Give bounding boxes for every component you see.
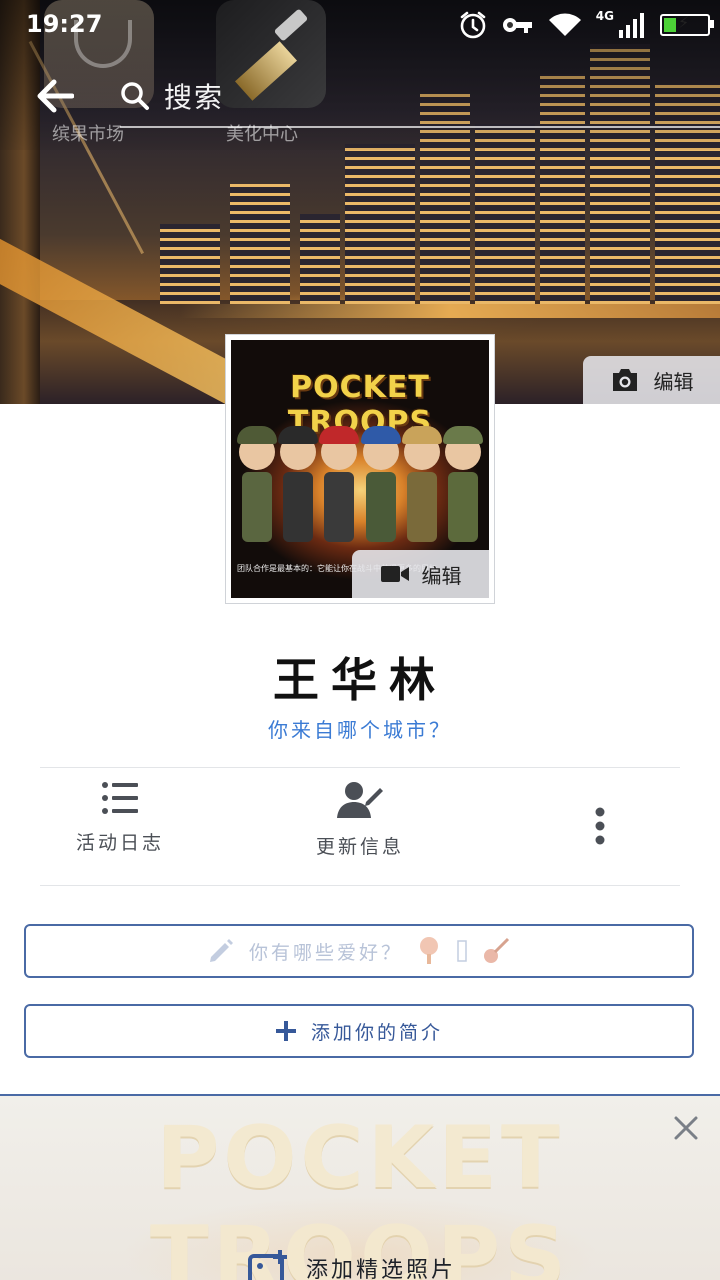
- update-info-label: 更新信息: [315, 836, 404, 858]
- close-icon: [674, 1116, 698, 1140]
- battery-level-fill: [664, 18, 676, 32]
- add-hobbies-button[interactable]: 你有哪些爱好？: [24, 924, 694, 978]
- list-icon: [102, 782, 138, 814]
- vpn-key-icon: [502, 14, 534, 36]
- close-featured-button[interactable]: [672, 1114, 700, 1142]
- plus-icon: [275, 1021, 296, 1041]
- search-icon: [121, 82, 149, 110]
- divider-top: [40, 767, 680, 768]
- search-underline: [120, 126, 720, 128]
- charging-bolt-icon: ⚡: [678, 13, 690, 32]
- back-arrow-icon: [37, 79, 75, 113]
- pencil-icon: [209, 939, 233, 962]
- ping-pong-icon: [420, 937, 438, 964]
- add-bio-button[interactable]: 添加你的简介: [24, 1004, 694, 1058]
- alarm-icon: [458, 10, 488, 40]
- back-button[interactable]: [34, 78, 78, 118]
- profile-name: 王华林: [273, 653, 447, 707]
- edit-profile-picture-button[interactable]: 编辑: [352, 550, 489, 598]
- network-type-label: 4G: [595, 9, 614, 23]
- status-time: 19:27: [26, 10, 103, 38]
- ghost-app-label: 缤果市场: [52, 124, 124, 145]
- add-featured-photos-label: 添加精选照片: [306, 1258, 457, 1280]
- add-bio-label: 添加你的简介: [310, 1021, 443, 1044]
- video-camera-icon: [380, 566, 409, 582]
- more-vertical-icon: [595, 807, 605, 845]
- add-photo-icon: [248, 1250, 287, 1280]
- hobbies-placeholder: 你有哪些爱好？: [248, 941, 403, 964]
- cover-water-glow: [180, 304, 720, 318]
- activity-log-label: 活动日志: [75, 832, 164, 854]
- more-options-button[interactable]: [520, 806, 680, 850]
- edit-profile-icon: [337, 782, 383, 818]
- add-featured-photos-button[interactable]: 添加精选照片: [248, 1250, 456, 1280]
- activity-log-button[interactable]: 活动日志: [40, 780, 200, 855]
- edit-cover-label: 编辑: [653, 369, 694, 394]
- battery-charging-icon: ⚡: [660, 13, 714, 36]
- status-icons: 4G ⚡: [458, 8, 714, 42]
- city-prompt-link[interactable]: 你来自哪个城市？: [0, 714, 720, 743]
- profile-picture-image: POCKET TROOPS 团队合作是最基本的：它能让你在战斗中获得更多的目标 …: [231, 340, 489, 598]
- edit-profile-picture-label: 编辑: [421, 563, 462, 588]
- ghost-app-label: 美化中心: [226, 124, 298, 145]
- profile-picture[interactable]: POCKET TROOPS 团队合作是最基本的：它能让你在战斗中获得更多的目标 …: [225, 334, 495, 604]
- missing-glyph-icon: [457, 940, 467, 962]
- update-info-button[interactable]: 更新信息: [280, 780, 440, 859]
- status-bar: 19:27 4G ⚡: [0, 0, 720, 50]
- signal-icon: [618, 12, 646, 38]
- edit-cover-button[interactable]: 编辑: [583, 356, 720, 404]
- guitar-icon: [484, 937, 510, 963]
- search-bar[interactable]: 搜索: [120, 76, 224, 116]
- featured-photos-card: POCKET TROOPS 添加精选照片: [0, 1094, 720, 1280]
- camera-icon: [612, 369, 637, 391]
- divider-bottom: [40, 885, 680, 886]
- wifi-icon: [548, 12, 582, 38]
- profile-picture-soldiers: [237, 420, 483, 542]
- search-label: 搜索: [164, 81, 225, 114]
